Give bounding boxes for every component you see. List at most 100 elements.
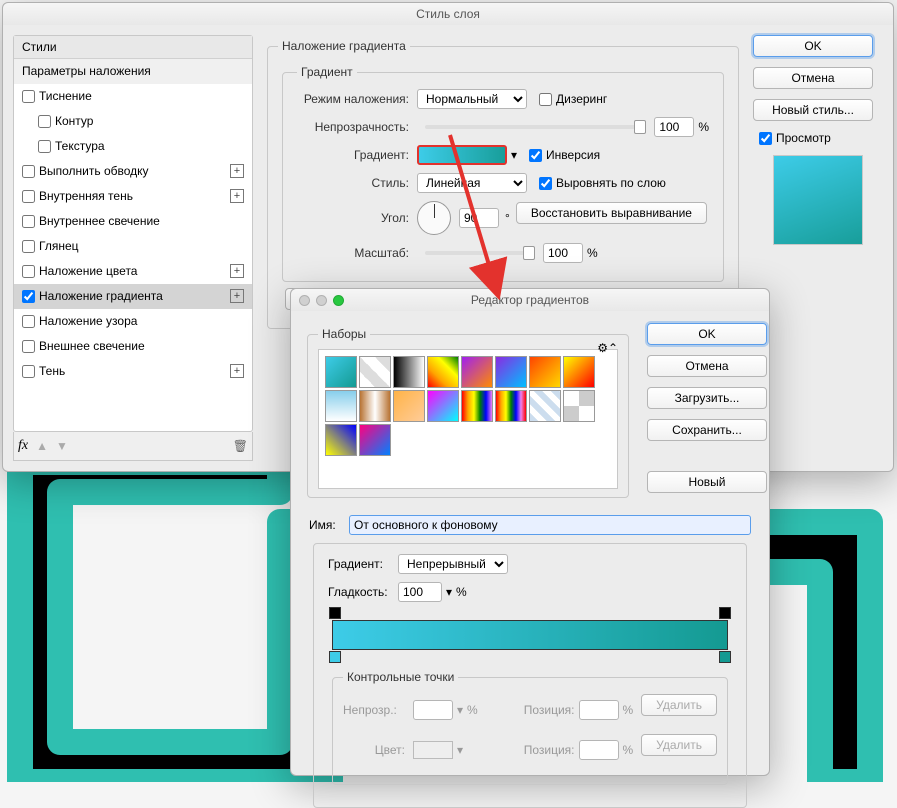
name-input[interactable] <box>349 515 751 535</box>
cancel-button[interactable]: Отмена <box>753 67 873 89</box>
style-item[interactable]: Наложение градиента+ <box>14 284 252 309</box>
plus-icon[interactable]: + <box>230 189 244 203</box>
reverse-check[interactable]: Инверсия <box>529 148 600 162</box>
preview-check[interactable]: Просмотр <box>759 131 883 145</box>
style-checkbox[interactable] <box>22 215 35 228</box>
preset-swatch[interactable] <box>393 356 425 388</box>
style-item[interactable]: Контур <box>14 109 252 134</box>
opacity-slider[interactable] <box>425 125 646 129</box>
zoom-icon[interactable] <box>333 295 344 306</box>
preset-swatch[interactable] <box>359 424 391 456</box>
style-checkbox[interactable] <box>22 290 35 303</box>
gear-icon[interactable]: ⚙⌃ <box>597 341 618 355</box>
preset-swatch[interactable] <box>359 390 391 422</box>
preset-swatch[interactable] <box>427 390 459 422</box>
style-checkbox[interactable] <box>22 340 35 353</box>
style-item[interactable]: Наложение узора <box>14 309 252 334</box>
grad-label: Градиент: <box>297 148 417 162</box>
preset-swatch[interactable] <box>495 356 527 388</box>
annotation-arrow <box>440 130 520 300</box>
opacity-stop-left[interactable] <box>329 607 341 619</box>
ge-save-button[interactable]: Сохранить... <box>647 419 767 441</box>
style-checkbox[interactable] <box>22 190 35 203</box>
preset-swatch[interactable] <box>529 390 561 422</box>
preset-swatch[interactable] <box>461 356 493 388</box>
gradient-bar[interactable] <box>332 620 728 650</box>
fx-menu[interactable]: fx <box>18 438 28 454</box>
minimize-icon[interactable] <box>316 295 327 306</box>
opacity-input[interactable] <box>654 117 694 137</box>
type-label: Градиент: <box>328 557 398 571</box>
reset-align-button[interactable]: Восстановить выравнивание <box>516 202 707 224</box>
preset-swatch[interactable] <box>325 356 357 388</box>
gradient-editor-window: Редактор градиентов Наборы ⚙⌃ OK Отмена … <box>290 288 770 776</box>
preset-swatch[interactable] <box>461 390 493 422</box>
preset-swatch[interactable] <box>325 390 357 422</box>
ge-new-button[interactable]: Новый <box>647 471 767 493</box>
preset-grid <box>318 349 618 489</box>
dither-check[interactable]: Дизеринг <box>539 92 607 106</box>
trash-icon[interactable]: 🗑 <box>233 439 248 453</box>
preset-swatch[interactable] <box>563 356 595 388</box>
style-checkbox[interactable] <box>22 365 35 378</box>
preset-swatch[interactable] <box>393 390 425 422</box>
preset-swatch[interactable] <box>563 390 595 422</box>
style-label: Контур <box>55 114 93 128</box>
traffic-lights[interactable] <box>299 295 344 306</box>
ge-cancel-button[interactable]: Отмена <box>647 355 767 377</box>
preset-swatch[interactable] <box>325 424 357 456</box>
style-checkbox[interactable] <box>38 115 51 128</box>
style-item[interactable]: Тень+ <box>14 359 252 384</box>
ok-button[interactable]: OK <box>753 35 873 57</box>
window-title: Редактор градиентов <box>291 289 769 311</box>
plus-icon[interactable]: + <box>230 364 244 378</box>
style-item[interactable]: Текстура <box>14 134 252 159</box>
scale-input[interactable] <box>543 243 583 263</box>
style-checkbox[interactable] <box>22 90 35 103</box>
style-item[interactable]: Выполнить обводку+ <box>14 159 252 184</box>
preview-swatch <box>773 155 863 245</box>
chevron-down-icon[interactable]: ▾ <box>446 585 452 599</box>
style-label: Внутренняя тень <box>39 189 133 203</box>
arrow-down-icon[interactable]: ▼ <box>56 439 68 453</box>
style-item[interactable]: Глянец <box>14 234 252 259</box>
angle-label: Угол: <box>297 211 417 225</box>
stop-pos-input <box>579 700 619 720</box>
styles-sidebar: Стили Параметры наложения ТиснениеКонтур… <box>13 35 253 432</box>
close-icon[interactable] <box>299 295 310 306</box>
ge-load-button[interactable]: Загрузить... <box>647 387 767 409</box>
smooth-input[interactable] <box>398 582 442 602</box>
preset-swatch[interactable] <box>427 356 459 388</box>
blending-options[interactable]: Параметры наложения <box>14 59 252 84</box>
style-item[interactable]: Внутреннее свечение <box>14 209 252 234</box>
plus-icon[interactable]: + <box>230 289 244 303</box>
style-checkbox[interactable] <box>22 315 35 328</box>
preset-swatch[interactable] <box>529 356 561 388</box>
ge-ok-button[interactable]: OK <box>647 323 767 345</box>
arrow-up-icon[interactable]: ▲ <box>36 439 48 453</box>
stop-color-swatch <box>413 741 453 759</box>
title-text: Стиль слоя <box>416 7 480 21</box>
color-stop-left[interactable] <box>329 651 341 663</box>
plus-icon[interactable]: + <box>230 164 244 178</box>
style-checkbox[interactable] <box>22 165 35 178</box>
new-style-button[interactable]: Новый стиль... <box>753 99 873 121</box>
style-checkbox[interactable] <box>22 240 35 253</box>
style-checkbox[interactable] <box>38 140 51 153</box>
style-item[interactable]: Тиснение <box>14 84 252 109</box>
style-item[interactable]: Наложение цвета+ <box>14 259 252 284</box>
color-stop-right[interactable] <box>719 651 731 663</box>
group-legend: Наложение градиента <box>278 39 410 53</box>
style-checkbox[interactable] <box>22 265 35 278</box>
style-label: Внутреннее свечение <box>39 214 160 228</box>
opacity-stop-right[interactable] <box>719 607 731 619</box>
blend-mode-select[interactable]: Нормальный <box>417 89 527 109</box>
style-item[interactable]: Внешнее свечение <box>14 334 252 359</box>
plus-icon[interactable]: + <box>230 264 244 278</box>
preset-swatch[interactable] <box>495 390 527 422</box>
type-select[interactable]: Непрерывный <box>398 554 508 574</box>
preset-swatch[interactable] <box>359 356 391 388</box>
style-item[interactable]: Внутренняя тень + <box>14 184 252 209</box>
style-label: Тиснение <box>39 89 92 103</box>
align-check[interactable]: Выровнять по слою <box>539 176 666 190</box>
